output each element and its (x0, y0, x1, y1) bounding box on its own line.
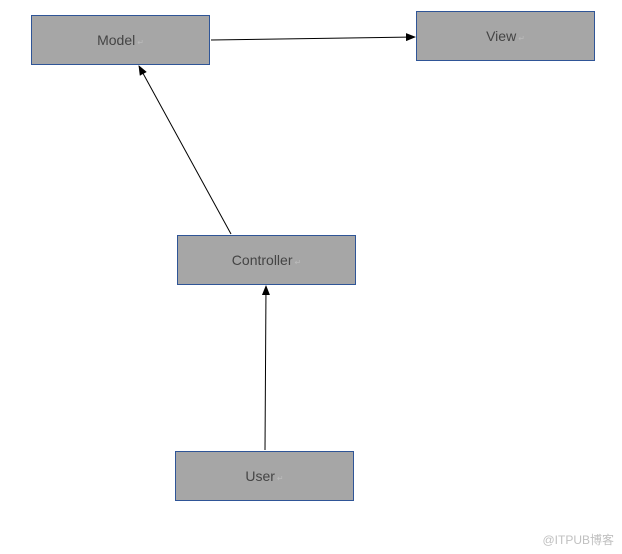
node-model: Model ↵ (31, 15, 210, 65)
edge-model-to-view (211, 37, 415, 40)
node-controller: Controller ↵ (177, 235, 356, 285)
watermark: @ITPUB博客 (542, 531, 614, 548)
node-view-label: View (486, 28, 516, 44)
node-view: View ↵ (416, 11, 595, 61)
node-controller-label: Controller (232, 252, 293, 268)
return-glyph-icon: ↵ (277, 474, 284, 483)
node-model-label: Model (97, 32, 135, 48)
return-glyph-icon: ↵ (518, 34, 525, 43)
edge-user-to-controller (265, 286, 266, 450)
return-glyph-icon: ↵ (295, 258, 302, 267)
node-user: User ↵ (175, 451, 354, 501)
edge-controller-to-model (139, 66, 231, 234)
node-user-label: User (245, 468, 275, 484)
return-glyph-icon: ↵ (137, 38, 144, 47)
